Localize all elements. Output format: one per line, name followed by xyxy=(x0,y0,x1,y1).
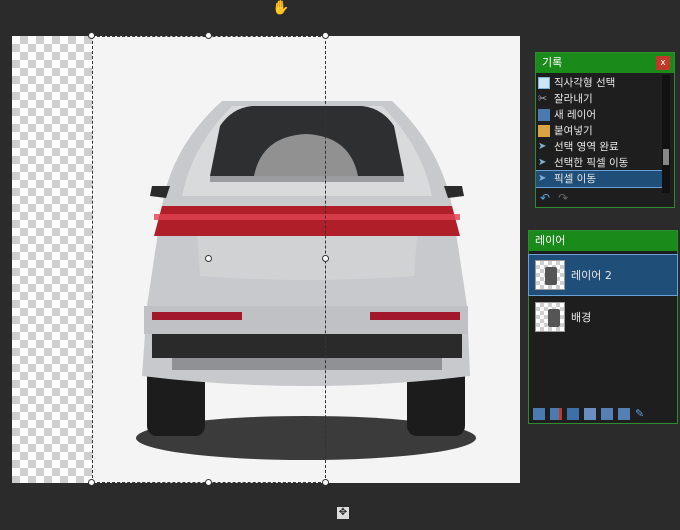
history-footer: ↶ ↷ xyxy=(540,191,568,205)
history-item[interactable]: ➤ 선택 영역 완료 xyxy=(536,139,662,155)
scroll-thumb[interactable] xyxy=(663,149,669,165)
delete-layer-icon[interactable] xyxy=(550,408,562,420)
resize-handle[interactable] xyxy=(322,479,329,486)
undo-icon[interactable]: ↶ xyxy=(540,191,550,205)
resize-handle[interactable] xyxy=(205,32,212,39)
history-item-label: 픽셀 이동 xyxy=(554,173,596,185)
duplicate-layer-icon[interactable] xyxy=(567,408,579,420)
layer-thumbnail xyxy=(535,260,565,290)
properties-icon[interactable]: ✎ xyxy=(635,408,647,420)
transparent-area xyxy=(12,36,92,483)
move-pixels-icon: ➤ xyxy=(538,173,547,184)
history-item[interactable]: ➤ 픽셀 이동 xyxy=(536,170,662,188)
history-item-label: 붙여넣기 xyxy=(554,125,593,137)
move-down-icon[interactable] xyxy=(618,408,630,420)
resize-handle[interactable] xyxy=(322,32,329,39)
add-layer-icon[interactable] xyxy=(533,408,545,420)
resize-handle[interactable] xyxy=(322,255,329,262)
resize-handle[interactable] xyxy=(88,479,95,486)
move-handle-icon[interactable]: ✥ xyxy=(337,507,349,519)
redo-icon[interactable]: ↷ xyxy=(558,191,568,205)
merge-down-icon[interactable] xyxy=(584,408,596,420)
history-item[interactable]: ✂ 잘라내기 xyxy=(536,91,662,107)
car-thumbnail-icon xyxy=(548,309,560,327)
history-title: 기록 xyxy=(542,56,563,69)
close-button[interactable]: x xyxy=(656,56,670,70)
car-thumbnail-icon xyxy=(545,267,557,285)
hand-cursor-icon: ✋ xyxy=(272,0,290,16)
paste-icon xyxy=(538,125,550,137)
move-selection-icon: ➤ xyxy=(538,141,547,152)
layers-header: 레이어 xyxy=(529,231,677,251)
history-item-label: 선택 영역 완료 xyxy=(554,141,619,153)
move-pixels-icon: ➤ xyxy=(538,157,547,168)
layer-item[interactable]: 레이어 2 xyxy=(528,254,678,296)
layers-title: 레이어 xyxy=(535,234,566,247)
history-item[interactable]: ➤ 선택한 픽셀 이동 xyxy=(536,155,662,171)
history-item[interactable]: 붙여넣기 xyxy=(536,123,662,139)
new-layer-icon xyxy=(538,109,550,121)
layer-thumbnail xyxy=(535,302,565,332)
history-list: 직사각형 선택 ✂ 잘라내기 새 레이어 붙여넣기 ➤ 선택 영역 완료 ➤ 선… xyxy=(536,75,662,193)
move-up-icon[interactable] xyxy=(601,408,613,420)
history-item-label: 선택한 픽셀 이동 xyxy=(554,157,629,169)
history-item-label: 직사각형 선택 xyxy=(554,77,616,89)
history-item[interactable]: 직사각형 선택 xyxy=(536,75,662,91)
history-item-label: 새 레이어 xyxy=(554,109,596,121)
history-header: 기록 x xyxy=(536,53,674,73)
resize-handle[interactable] xyxy=(88,32,95,39)
history-item[interactable]: 새 레이어 xyxy=(536,107,662,123)
resize-handle[interactable] xyxy=(205,479,212,486)
layer-item[interactable]: 배경 xyxy=(529,297,677,337)
rect-select-icon xyxy=(538,77,550,89)
layer-label: 배경 xyxy=(571,311,592,324)
layer-label: 레이어 2 xyxy=(571,269,612,282)
history-panel: 기록 x 직사각형 선택 ✂ 잘라내기 새 레이어 붙여넣기 ➤ 선택 영역 완… xyxy=(535,52,675,208)
history-item-label: 잘라내기 xyxy=(554,93,593,105)
history-scrollbar[interactable] xyxy=(662,75,670,193)
layers-panel: 레이어 레이어 2 배경 ✎ xyxy=(528,230,678,424)
scissors-icon: ✂ xyxy=(538,92,548,105)
layer-toolbar: ✎ xyxy=(533,408,647,420)
rotate-handle[interactable] xyxy=(205,255,212,262)
